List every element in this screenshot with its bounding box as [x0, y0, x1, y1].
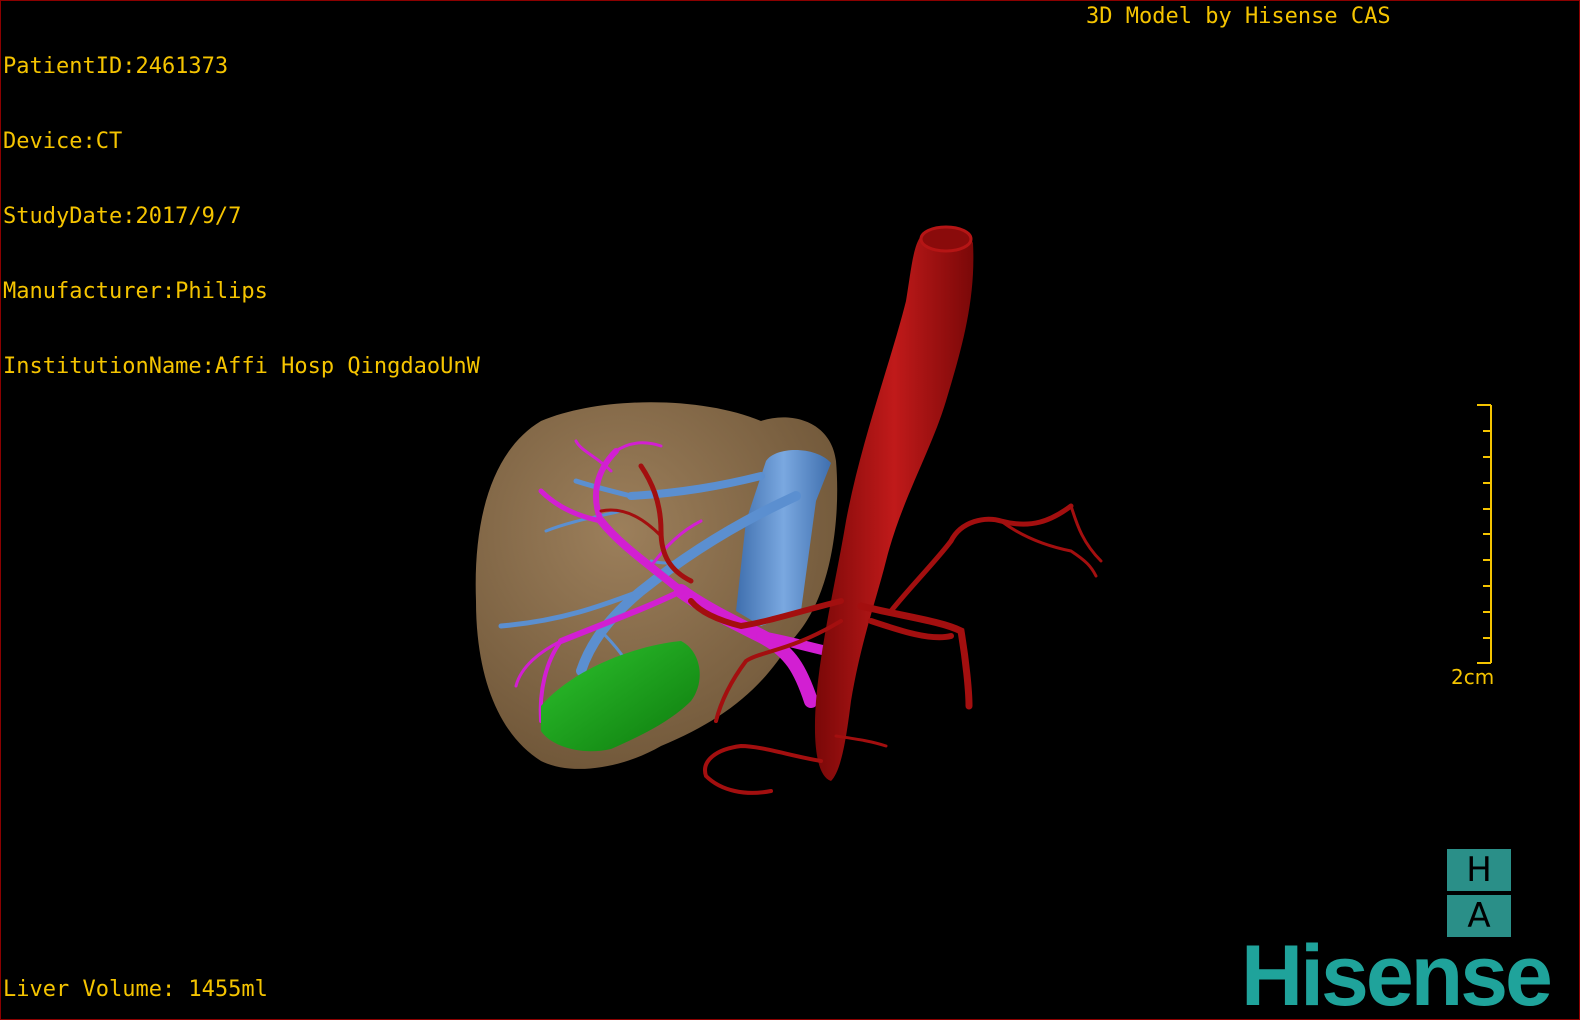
scale-bar	[1477, 404, 1492, 664]
scale-bar-label: 2cm	[1451, 665, 1495, 689]
3d-liver-model[interactable]	[1, 1, 1579, 1019]
aorta	[814, 227, 974, 781]
ha-logo: H A	[1447, 849, 1511, 937]
ha-logo-top-letter: H	[1447, 849, 1511, 891]
hisense-logo: Hisense	[1241, 928, 1553, 1020]
3d-viewport[interactable]: PatientID:2461373 Device:CT StudyDate:20…	[0, 0, 1580, 1020]
liver-volume-label: Liver Volume: 1455ml	[3, 977, 268, 1002]
aorta-opening	[919, 225, 973, 253]
